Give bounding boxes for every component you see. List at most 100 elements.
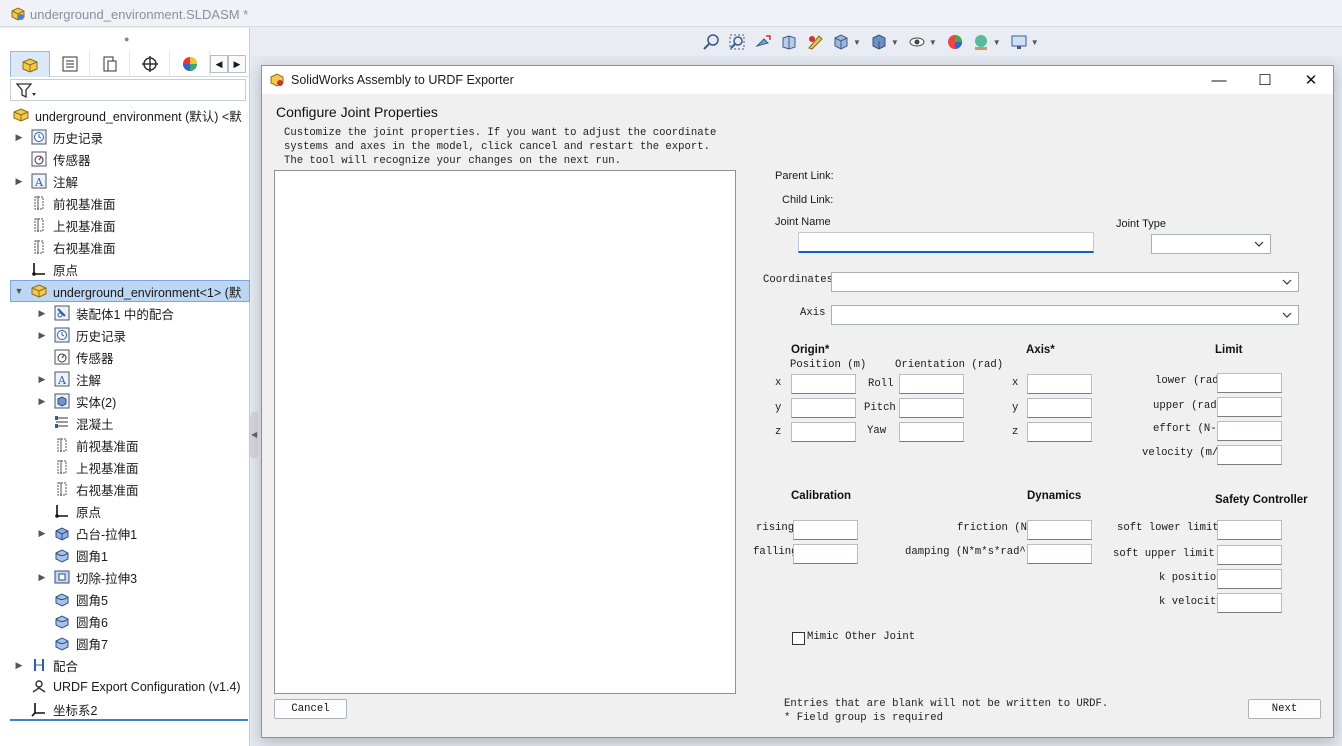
tab-propertymanager[interactable] (50, 51, 90, 77)
rising-input[interactable] (793, 520, 858, 540)
tab-dimxpertmanager[interactable] (130, 51, 170, 77)
previous-view-icon[interactable] (752, 32, 774, 52)
cancel-button[interactable]: Cancel (274, 699, 347, 719)
tree-item[interactable]: 原点 (0, 500, 250, 522)
friction-input[interactable] (1027, 520, 1092, 540)
tree-item[interactable]: 传感器 (0, 148, 250, 170)
tree-item[interactable]: 右视基准面 (0, 478, 250, 500)
tree-item[interactable]: 前视基准面 (0, 192, 250, 214)
damping-input[interactable] (1027, 544, 1092, 564)
expand-arrow-icon[interactable]: ▶ (37, 396, 47, 407)
origin-x-input[interactable] (791, 374, 856, 394)
axis-x-input[interactable] (1027, 374, 1092, 394)
next-button[interactable]: Next (1248, 699, 1321, 719)
tree-item[interactable]: ▶ A 注解 (0, 368, 250, 390)
tab-displaymanager[interactable] (170, 51, 210, 77)
tree-item[interactable]: 圆角5 (0, 588, 250, 610)
tree-item[interactable]: 上视基准面 (0, 456, 250, 478)
apply-scene-icon[interactable] (970, 32, 992, 52)
falling-input[interactable] (793, 544, 858, 564)
plane-icon (30, 217, 48, 233)
hide-show-icon[interactable] (906, 32, 928, 52)
tab-featuremanager[interactable] (10, 51, 50, 77)
hide-show-dropdown-icon[interactable]: ▼ (929, 38, 937, 47)
tree-item[interactable]: ▶ A 注解 (0, 170, 250, 192)
display-style-icon[interactable] (868, 32, 890, 52)
expand-arrow-icon[interactable]: ▶ (14, 660, 24, 671)
expand-arrow-icon[interactable]: ▶ (37, 528, 47, 539)
tree-item[interactable]: ▶ 历史记录 (0, 126, 250, 148)
tree-item[interactable]: ▶ 配合 (0, 654, 250, 676)
axis-z-input[interactable] (1027, 422, 1092, 442)
tree-root[interactable]: underground_environment (默认) <默 (0, 104, 250, 126)
tree-item[interactable]: ▶ 凸台-拉伸1 (0, 522, 250, 544)
joint-name-input[interactable] (798, 232, 1094, 253)
origin-icon (30, 261, 48, 277)
expand-arrow-icon[interactable]: ▶ (37, 572, 47, 583)
expand-arrow-icon[interactable]: ▶ (37, 374, 47, 385)
soft-lower-limit-input[interactable] (1217, 520, 1282, 540)
view-settings-dropdown-icon[interactable]: ▼ (1031, 38, 1039, 47)
tree-item[interactable]: ▶ 切除-拉伸3 (0, 566, 250, 588)
k-position-input[interactable] (1217, 569, 1282, 589)
mimic-joint-checkbox[interactable] (792, 632, 805, 645)
tree-item[interactable]: 混凝土 (0, 412, 250, 434)
k-velocity-input[interactable] (1217, 593, 1282, 613)
soft-upper-limit-input[interactable] (1217, 545, 1282, 565)
roll-input[interactable] (899, 374, 964, 394)
zoom-to-fit-icon[interactable] (700, 32, 722, 52)
tree-item[interactable]: 传感器 (0, 346, 250, 368)
tree-item[interactable]: ▶ 历史记录 (0, 324, 250, 346)
tree-item[interactable]: ▼ underground_environment<1> (默 (10, 280, 250, 302)
filter-icon[interactable] (15, 83, 38, 102)
tree-item[interactable]: ▶ 装配体1 中的配合 (0, 302, 250, 324)
display-style-dropdown-icon[interactable]: ▼ (891, 38, 899, 47)
close-icon[interactable]: ✕ (1288, 66, 1334, 94)
origin-z-input[interactable] (791, 422, 856, 442)
panel-grip-icon[interactable]: ● (124, 34, 129, 44)
expand-arrow-icon[interactable]: ▶ (37, 330, 47, 341)
tree-item[interactable]: 原点 (0, 258, 250, 280)
zoom-to-area-icon[interactable] (726, 32, 748, 52)
panel-splitter[interactable]: ◀ (250, 412, 258, 458)
limit-lower-input[interactable] (1217, 373, 1282, 393)
axis-select[interactable] (831, 305, 1299, 325)
tree-item[interactable]: 圆角6 (0, 610, 250, 632)
view-orientation-icon[interactable] (830, 32, 852, 52)
tree-filter[interactable] (10, 79, 246, 101)
limit-upper-input[interactable] (1217, 397, 1282, 417)
minimize-icon[interactable]: — (1196, 66, 1242, 94)
joint-tree-view[interactable] (274, 170, 736, 694)
tree-item[interactable]: 上视基准面 (0, 214, 250, 236)
limit-velocity-input[interactable] (1217, 445, 1282, 465)
view-orientation-dropdown-icon[interactable]: ▼ (853, 38, 861, 47)
tab-scroll-right-icon[interactable]: ▶ (228, 55, 246, 73)
tab-configurationmanager[interactable] (90, 51, 130, 77)
tree-item[interactable]: 圆角7 (0, 632, 250, 654)
maximize-icon[interactable]: ☐ (1242, 66, 1288, 94)
tree-item[interactable]: 圆角1 (0, 544, 250, 566)
coordinates-select[interactable] (831, 272, 1299, 292)
limit-effort-input[interactable] (1217, 421, 1282, 441)
expand-arrow-icon[interactable]: ▶ (37, 308, 47, 319)
edit-appearance-icon[interactable] (944, 32, 966, 52)
tree-item[interactable]: 右视基准面 (0, 236, 250, 258)
pitch-input[interactable] (899, 398, 964, 418)
section-view-icon[interactable] (778, 32, 800, 52)
joint-type-select[interactable] (1151, 234, 1271, 254)
expand-arrow-icon[interactable]: ▶ (14, 132, 24, 143)
tree-item[interactable]: URDF Export Configuration (v1.4) (0, 676, 250, 698)
tree-item[interactable]: ▶ 实体(2) (0, 390, 250, 412)
apply-scene-dropdown-icon[interactable]: ▼ (993, 38, 1001, 47)
tree-item[interactable]: 前视基准面 (0, 434, 250, 456)
tree-item-label: 原点 (53, 263, 79, 278)
origin-y-input[interactable] (791, 398, 856, 418)
collapse-arrow-icon[interactable]: ▼ (14, 286, 24, 296)
tree-item[interactable]: 坐标系2 (0, 698, 250, 720)
dynamic-annotation-icon[interactable] (804, 32, 826, 52)
view-settings-icon[interactable] (1008, 32, 1030, 52)
tab-scroll-left-icon[interactable]: ◀ (210, 55, 228, 73)
expand-arrow-icon[interactable]: ▶ (14, 176, 24, 187)
yaw-input[interactable] (899, 422, 964, 442)
axis-y-input[interactable] (1027, 398, 1092, 418)
